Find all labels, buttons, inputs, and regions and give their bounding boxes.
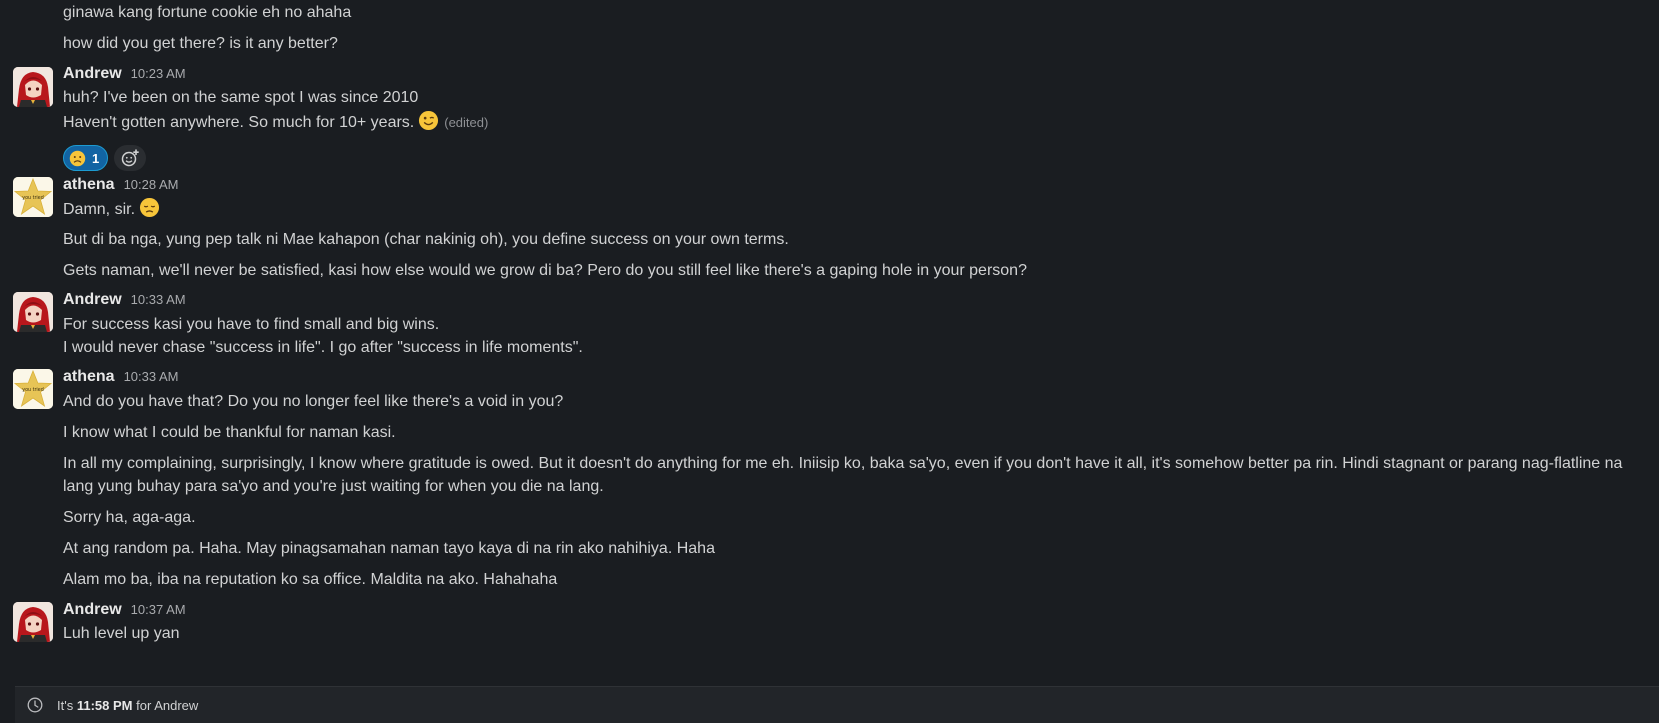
local-time-banner: It's 11:58 PM for Andrew [15, 686, 1659, 723]
author-name[interactable]: Andrew [63, 65, 122, 83]
message-text: But di ba nga, yung pep talk ni Mae kaha… [63, 231, 789, 248]
banner-prefix: It's [57, 697, 74, 713]
message-pane: ginawa kang fortune cookie eh no ahaha h… [0, 0, 1659, 723]
avatar[interactable] [13, 602, 53, 642]
wink-emoji-icon [419, 110, 439, 131]
local-time: 11:58 PM [76, 697, 133, 713]
edited-label: (edited) [444, 115, 489, 130]
clock-icon [27, 697, 43, 713]
svg-text:you tried: you tried [22, 195, 44, 201]
message-text-with-emoji: Haven't gotten anywhere. So much for 10+… [63, 110, 488, 135]
message-text: Sorry ha, aga-aga. [63, 509, 196, 526]
message-text: how did you get there? is it any better? [63, 35, 338, 52]
avatar[interactable] [13, 67, 53, 107]
message-text: I would never chase "success in life". I… [63, 339, 583, 356]
message-text: huh? I've been on the same spot I was si… [63, 89, 419, 106]
message-header: Andrew 10:37 AM [63, 601, 186, 623]
reaction-pill[interactable]: 1 [63, 145, 108, 171]
banner-suffix: for Andrew [136, 697, 199, 713]
reaction-count: 1 [92, 150, 100, 166]
message-text: Alam mo ba, iba na reputation ko sa offi… [63, 571, 558, 588]
avatar[interactable] [13, 292, 53, 332]
message-text: For success kasi you have to find small … [63, 316, 440, 333]
add-emoji-icon [121, 149, 139, 167]
author-name[interactable]: athena [63, 368, 115, 386]
avatar[interactable]: you tried [13, 177, 53, 217]
author-name[interactable]: athena [63, 176, 115, 194]
message-text: Damn, sir. [63, 201, 136, 218]
timestamp[interactable]: 10:37 AM [131, 602, 186, 617]
message-text: And do you have that? Do you no longer f… [63, 393, 564, 410]
message-header: Andrew 10:33 AM [63, 291, 186, 313]
message-text: At ang random pa. Haha. May pinagsamahan… [63, 540, 715, 557]
svg-text:you tried: you tried [22, 387, 44, 393]
message-text: ginawa kang fortune cookie eh no ahaha [63, 4, 352, 21]
message-text: Haven't gotten anywhere. So much for 10+… [63, 114, 415, 131]
author-name[interactable]: Andrew [63, 601, 122, 619]
worried-face-icon [69, 150, 86, 166]
message-header: athena 10:28 AM [63, 176, 179, 198]
message-header: athena 10:33 AM [63, 368, 179, 390]
author-name[interactable]: Andrew [63, 291, 122, 309]
message-text: lang yung buhay para sa'yo and you're ju… [63, 478, 604, 495]
avatar[interactable]: you tried [13, 369, 53, 409]
message-text: I know what I could be thankful for nama… [63, 424, 396, 441]
message-text: In all my complaining, surprisingly, I k… [63, 455, 1623, 472]
timestamp[interactable]: 10:33 AM [124, 369, 179, 384]
add-reaction-button[interactable] [114, 145, 146, 171]
message-text: Luh level up yan [63, 625, 180, 642]
message-header: Andrew 10:23 AM [63, 65, 186, 87]
timestamp[interactable]: 10:33 AM [131, 292, 186, 307]
timestamp[interactable]: 10:28 AM [124, 177, 179, 192]
message-text-with-emoji: Damn, sir. [63, 197, 160, 222]
disappointed-face-icon [139, 197, 160, 218]
message-text: Gets naman, we'll never be satisfied, ka… [63, 262, 1027, 279]
timestamp[interactable]: 10:23 AM [131, 66, 186, 81]
